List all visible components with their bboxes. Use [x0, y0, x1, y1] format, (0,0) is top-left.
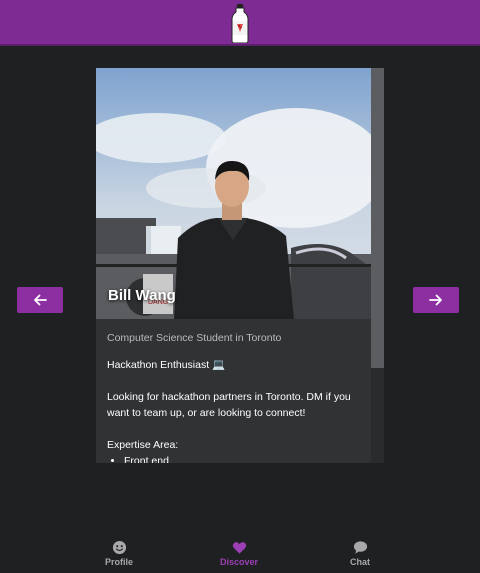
- bottle-logo-icon: [231, 4, 249, 43]
- app-header: [0, 0, 480, 46]
- card-scrollbar[interactable]: [371, 68, 384, 463]
- tab-discover[interactable]: Discover: [209, 540, 269, 567]
- tab-chat[interactable]: Chat: [330, 540, 390, 567]
- profile-details: Computer Science Student in Toronto Hack…: [96, 319, 371, 463]
- next-profile-button[interactable]: [413, 287, 459, 313]
- tab-profile-label: Profile: [104, 557, 133, 567]
- expertise-label: Expertise Area:: [107, 439, 179, 451]
- scrollbar-thumb[interactable]: [371, 68, 384, 368]
- expertise-section: Expertise Area: Front end: [107, 437, 360, 463]
- heart-icon: [232, 542, 246, 554]
- profile-photo: DANG Bill Wang: [96, 68, 371, 319]
- profile-subtitle: Computer Science Student in Toronto: [107, 332, 282, 344]
- smiley-icon: [112, 540, 126, 555]
- expertise-item: Front end: [124, 453, 360, 463]
- previous-profile-button[interactable]: [17, 287, 63, 313]
- tab-discover-label: Discover: [219, 557, 259, 567]
- profile-card: DANG Bill Wang Computer Science Student …: [96, 68, 384, 463]
- bottom-navigation: Profile Discover Chat: [0, 535, 480, 573]
- profile-bio: Looking for hackathon partners in Toront…: [107, 391, 351, 419]
- expertise-list: Front end: [124, 453, 360, 463]
- profile-headline: Hackathon Enthusiast 💻: [107, 359, 226, 371]
- profile-name: Bill Wang: [108, 287, 176, 304]
- chat-bubble-icon: [353, 541, 367, 554]
- tab-chat-label: Chat: [350, 557, 370, 567]
- arrow-right-icon: [429, 294, 442, 306]
- tab-profile[interactable]: Profile: [89, 540, 149, 567]
- arrow-left-icon: [34, 294, 47, 306]
